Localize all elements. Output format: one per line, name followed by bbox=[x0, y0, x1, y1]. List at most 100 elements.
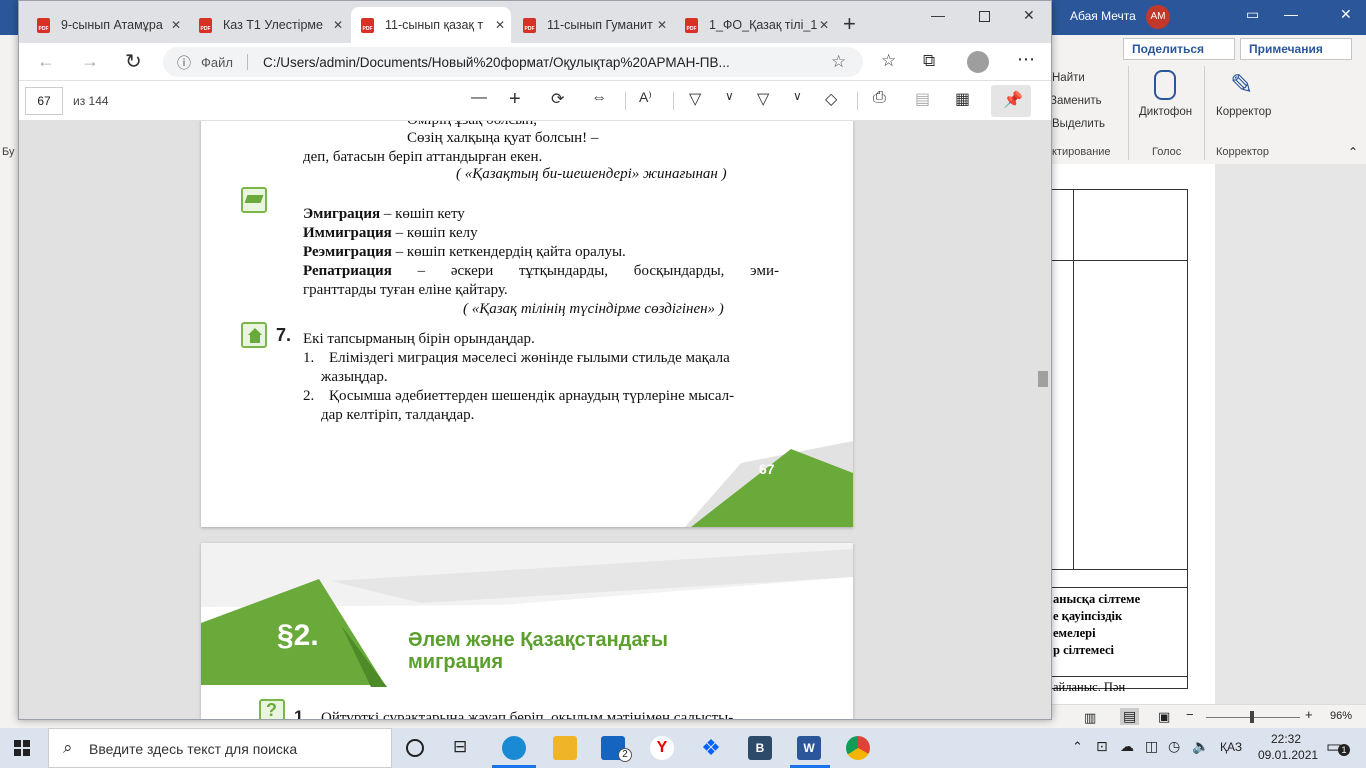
save-icon[interactable]: ▤ bbox=[915, 89, 930, 109]
notes-button[interactable]: Примечания bbox=[1240, 38, 1352, 60]
windows-start-icon[interactable] bbox=[14, 740, 30, 756]
more-menu-icon[interactable]: ⋯ bbox=[1017, 49, 1035, 70]
pin-toolbar-button[interactable]: 📌 bbox=[991, 85, 1031, 117]
rotate-icon[interactable]: ⟳ bbox=[551, 89, 564, 109]
forward-icon[interactable]: → bbox=[81, 51, 99, 72]
tab-label: 11-сынып қазақ т bbox=[385, 18, 484, 32]
taskbar: ⌕ Введите здесь текст для поиска ⊟ 2 Y ❖… bbox=[0, 728, 1366, 768]
zoom-out-icon[interactable]: − bbox=[1186, 707, 1194, 722]
browser-tab[interactable]: 11-сынып Гуманит bbox=[513, 7, 673, 43]
collections-icon[interactable]: ⧉ bbox=[923, 51, 935, 71]
fit-page-icon[interactable]: ⇔ bbox=[591, 89, 607, 107]
chrome-icon[interactable] bbox=[846, 736, 870, 760]
yandex-browser-icon[interactable]: Y bbox=[650, 736, 674, 760]
cortana-icon[interactable] bbox=[406, 739, 424, 757]
file-explorer-icon[interactable] bbox=[553, 736, 577, 760]
word-taskbar-icon[interactable]: W bbox=[797, 736, 821, 760]
close-tab-icon[interactable]: ✕ bbox=[171, 18, 181, 32]
find-button[interactable]: Найти bbox=[1052, 72, 1085, 84]
browser-tab-active[interactable]: 11-сынып қазақ т bbox=[351, 7, 511, 43]
print-layout-icon[interactable]: ▤ bbox=[1120, 708, 1140, 725]
new-tab-icon[interactable]: + bbox=[843, 11, 856, 37]
browser-tab[interactable]: 1_ФО_Қазақ тілі_1 bbox=[675, 7, 835, 43]
user-name[interactable]: Абая Мечта bbox=[1070, 9, 1136, 23]
read-aloud-icon[interactable]: A⁾ bbox=[639, 89, 652, 106]
favorites-icon[interactable]: ☆ bbox=[881, 51, 896, 71]
replace-button[interactable]: Заменить bbox=[1050, 95, 1102, 107]
section-title: Әлем және Қазақстандағы миграция bbox=[408, 629, 668, 673]
tab-strip: 9-сынып Атамұра PDF ✕ Каз Т1 Улестірме P… bbox=[19, 1, 1051, 43]
edge-window: 9-сынып Атамұра PDF ✕ Каз Т1 Улестірме P… bbox=[18, 0, 1052, 720]
collapse-ribbon-icon[interactable]: ⌃ bbox=[1348, 145, 1358, 159]
app-b-icon[interactable]: B bbox=[748, 736, 772, 760]
avatar[interactable]: АМ bbox=[1146, 5, 1170, 29]
minimize-icon[interactable]: — bbox=[931, 7, 945, 23]
close-tab-icon[interactable]: ✕ bbox=[657, 18, 667, 32]
refresh-icon[interactable]: ↻ bbox=[125, 49, 142, 74]
highlight-icon[interactable]: ▽ bbox=[757, 89, 769, 109]
print-icon[interactable]: ⎙ bbox=[873, 89, 886, 107]
question-icon: ? bbox=[259, 699, 285, 719]
close-icon[interactable]: ✕ bbox=[1340, 6, 1352, 23]
close-tab-icon[interactable]: ✕ bbox=[495, 18, 505, 32]
volume-icon[interactable]: 🔈 bbox=[1192, 738, 1209, 755]
address-bar[interactable]: ⓘ Файл C:/Users/admin/Documents/Новый%20… bbox=[163, 47, 863, 77]
select-button[interactable]: Выделить bbox=[1052, 118, 1105, 130]
zoom-thumb[interactable] bbox=[1250, 711, 1254, 723]
network-icon[interactable]: ◷ bbox=[1168, 738, 1180, 755]
read-mode-icon[interactable]: ▥ bbox=[1084, 710, 1096, 726]
table-cell[interactable]: айланыс. Пән bbox=[1053, 679, 1125, 696]
url-text[interactable]: C:/Users/admin/Documents/Новый%20формат/… bbox=[263, 55, 730, 70]
pen-icon[interactable]: ✎ bbox=[1230, 68, 1253, 101]
section-title-line: миграция bbox=[408, 651, 504, 673]
zoom-in-icon[interactable]: + bbox=[509, 88, 521, 111]
section-title-line: Әлем және Қазақстандағы bbox=[408, 629, 668, 651]
close-tab-icon[interactable]: ✕ bbox=[819, 18, 829, 32]
zoom-in-icon[interactable]: + bbox=[1305, 707, 1313, 722]
onedrive-icon[interactable]: ☁ bbox=[1120, 738, 1134, 755]
table-cell[interactable]: анысқа сілтеме е қауіпсіздік емелері р с… bbox=[1053, 591, 1140, 659]
tray-icon[interactable]: ⊡ bbox=[1096, 738, 1108, 755]
zoom-out-icon[interactable]: — bbox=[471, 89, 487, 107]
back-icon[interactable]: ← bbox=[37, 51, 55, 72]
zoom-level[interactable]: 96% bbox=[1330, 710, 1352, 722]
microphone-icon[interactable] bbox=[1154, 70, 1176, 100]
cell-line: айланыс. Пән bbox=[1053, 680, 1126, 694]
minimize-icon[interactable]: — bbox=[1284, 6, 1298, 22]
maximize-icon[interactable] bbox=[979, 11, 990, 22]
tray-expand-icon[interactable]: ⌃ bbox=[1072, 739, 1083, 755]
favorite-star-icon[interactable]: ☆ bbox=[831, 52, 846, 72]
edge-taskbar-icon[interactable] bbox=[502, 736, 526, 760]
language-indicator[interactable]: ҚАЗ bbox=[1220, 740, 1242, 754]
task-view-icon[interactable]: ⊟ bbox=[453, 737, 467, 757]
close-tab-icon[interactable]: ✕ bbox=[333, 18, 343, 32]
profile-icon[interactable] bbox=[967, 51, 989, 73]
date: 09.01.2021 bbox=[1258, 748, 1319, 762]
dropbox-icon[interactable]: ❖ bbox=[699, 736, 723, 760]
close-window-icon[interactable]: ✕ bbox=[1023, 7, 1035, 24]
pdf-icon: PDF bbox=[361, 18, 374, 33]
dictation-button[interactable]: Диктофон bbox=[1139, 106, 1192, 118]
taskbar-search[interactable]: ⌕ Введите здесь текст для поиска bbox=[48, 728, 392, 768]
pdf-page: Өмірің ұзақ болсын, Сөзің халқыңа қуат б… bbox=[201, 121, 853, 527]
clock[interactable]: 22:32 09.01.2021 bbox=[1258, 731, 1319, 763]
chevron-down-icon[interactable]: ∨ bbox=[793, 89, 802, 103]
share-button[interactable]: Поделиться bbox=[1123, 38, 1235, 60]
info-icon[interactable]: ⓘ bbox=[177, 53, 191, 73]
web-layout-icon[interactable]: ▣ bbox=[1158, 709, 1170, 725]
pdf-page: §2. Әлем және Қазақстандағы миграция ? 1… bbox=[201, 543, 853, 719]
time: 22:32 bbox=[1270, 732, 1302, 746]
save-as-icon[interactable]: ▦ bbox=[955, 89, 970, 109]
chevron-down-icon[interactable]: ∨ bbox=[725, 89, 734, 103]
corrector-button[interactable]: Корректор bbox=[1216, 106, 1271, 118]
ribbon-display-icon[interactable]: ▭ bbox=[1246, 6, 1259, 23]
browser-tab[interactable]: Каз Т1 Улестірме bbox=[189, 7, 349, 43]
eraser-icon[interactable]: ◇ bbox=[825, 89, 837, 109]
pdf-icon: PDF bbox=[199, 18, 212, 33]
browser-tab[interactable]: 9-сынып Атамұра bbox=[27, 7, 187, 43]
scrollbar-thumb[interactable] bbox=[1038, 371, 1048, 387]
pdf-viewer[interactable]: Өмірің ұзақ болсын, Сөзің халқыңа қуат б… bbox=[19, 121, 1051, 719]
page-number-input[interactable]: 67 bbox=[25, 87, 63, 115]
draw-icon[interactable]: ▽ bbox=[689, 89, 701, 109]
tray-icon[interactable]: ◫ bbox=[1145, 738, 1158, 755]
